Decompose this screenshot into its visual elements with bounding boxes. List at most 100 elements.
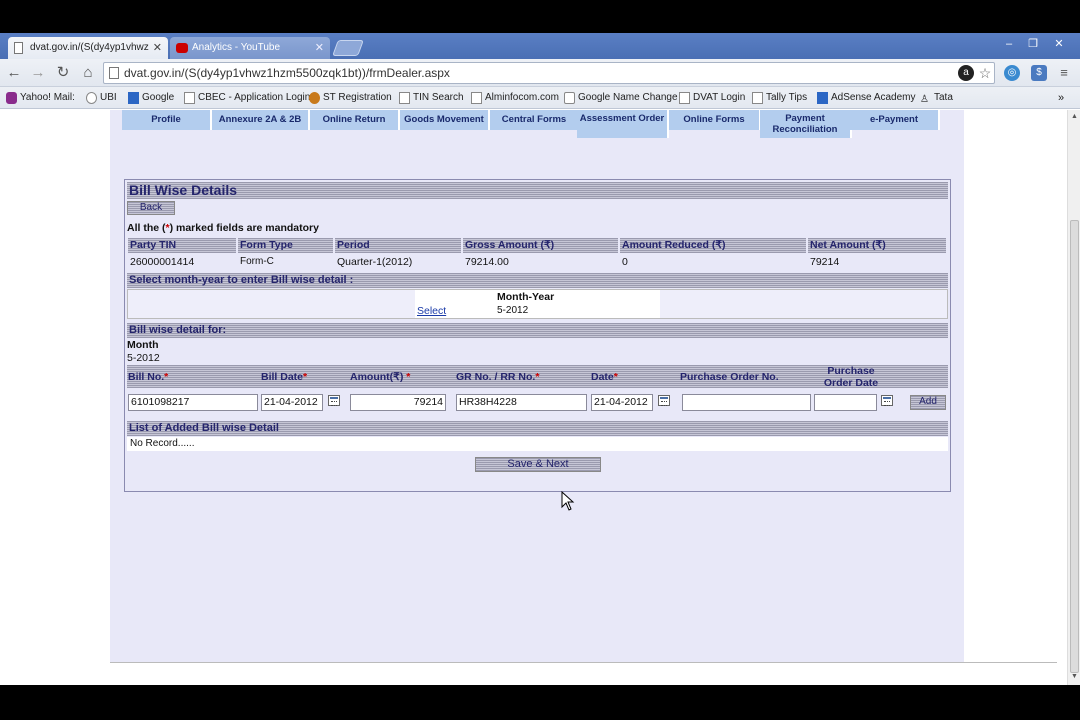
bookmark-label: Yahoo! Mail: xyxy=(20,92,75,103)
reload-icon[interactable]: ↻ xyxy=(53,64,73,82)
gross-amount-value: 79214.00 xyxy=(465,256,509,268)
menu-annexure[interactable]: Annexure 2A & 2B xyxy=(212,110,310,130)
bookmark-adsense-academy[interactable]: AdSense Academy xyxy=(815,90,916,106)
select-link[interactable]: Select xyxy=(417,305,446,317)
bookmark-label: CBEC - Application Login xyxy=(198,92,311,103)
bookmark-cbec[interactable]: CBEC - Application Login xyxy=(182,90,310,106)
bookmark-tin-search[interactable]: TIN Search xyxy=(397,90,464,106)
browser-toolbar: ← → ↻ ⌂ dvat.gov.in/(S(dy4yp1vhwz1hzm550… xyxy=(0,59,1080,87)
more-bookmarks-icon[interactable]: » xyxy=(1058,90,1064,106)
tab-dvat[interactable]: dvat.gov.in/(S(dy4yp1vhwz ✕ xyxy=(8,37,168,59)
menu-payment-reconciliation[interactable]: Payment Reconciliation xyxy=(760,110,852,138)
bookmark-label: Google xyxy=(142,92,175,103)
bookmark-label: Alminfocom.com xyxy=(485,92,559,103)
calendar-icon[interactable] xyxy=(328,395,340,406)
menu-assessment-order[interactable]: Assessment Order xyxy=(577,110,669,138)
form-title: Bill Wise Details xyxy=(127,182,948,199)
calendar-icon[interactable] xyxy=(881,395,893,406)
mandatory-note: All the (*) marked fields are mandatory xyxy=(127,222,319,234)
google-icon xyxy=(564,92,575,104)
menu-online-return[interactable]: Online Return xyxy=(310,110,400,130)
bookmark-yahoo-mail[interactable]: Yahoo! Mail: xyxy=(4,90,75,106)
gr-no-input[interactable]: HR38H4228 xyxy=(456,394,587,411)
close-icon[interactable]: ✕ xyxy=(315,37,324,59)
new-tab-button[interactable] xyxy=(332,40,364,56)
extension-icon[interactable]: $ xyxy=(1031,65,1047,81)
bookmark-label: ST Registration xyxy=(323,92,392,103)
col-party-tin: Party TIN xyxy=(128,238,236,253)
col-bill-date: Bill Date* xyxy=(261,371,308,383)
page-icon xyxy=(679,92,690,104)
close-icon[interactable]: ✕ xyxy=(153,37,162,59)
bookmark-label: TIN Search xyxy=(413,92,464,103)
back-button[interactable]: Back xyxy=(127,201,175,215)
minimize-icon[interactable]: – xyxy=(998,37,1020,51)
amount-reduced-value: 0 xyxy=(622,256,628,268)
amount-input[interactable]: 79214 xyxy=(350,394,446,411)
home-icon[interactable]: ⌂ xyxy=(78,64,98,82)
tab-youtube[interactable]: Analytics - YouTube ✕ xyxy=(170,37,330,59)
bookmark-tally-tips[interactable]: Tally Tips xyxy=(750,90,807,106)
form-type-value: Form-C xyxy=(240,256,274,267)
vertical-scrollbar[interactable]: ▲ ▼ xyxy=(1067,110,1080,685)
menu-profile[interactable]: Profile xyxy=(122,110,212,130)
menu-online-forms[interactable]: Online Forms xyxy=(669,110,761,130)
url-text: dvat.gov.in/(S(dy4yp1vhwz1hzm5500zqk1bt)… xyxy=(124,66,450,80)
scroll-thumb[interactable] xyxy=(1070,220,1079,673)
page-icon xyxy=(184,92,195,104)
bill-no-input[interactable]: 6101098217 xyxy=(128,394,258,411)
col-gr-no-label: GR No. / RR No. xyxy=(456,371,536,383)
menu-e-payment[interactable]: e-Payment xyxy=(850,110,940,130)
mandatory-note-prefix: All the ( xyxy=(127,222,166,234)
wrench-icon[interactable]: ≡ xyxy=(1056,65,1072,81)
col-po-date: Purchase Order Date xyxy=(823,365,879,389)
back-arrow-icon[interactable]: ← xyxy=(4,64,24,82)
bookmark-dvat-login[interactable]: DVAT Login xyxy=(677,90,745,106)
page-icon xyxy=(399,92,410,104)
extension-icon[interactable]: a xyxy=(958,65,974,81)
address-bar[interactable]: dvat.gov.in/(S(dy4yp1vhwz1hzm5500zqk1bt)… xyxy=(103,62,995,84)
bookmark-label: DVAT Login xyxy=(693,92,746,103)
po-date-input[interactable] xyxy=(814,394,877,411)
add-button[interactable]: Add xyxy=(910,395,946,410)
scroll-up-icon[interactable]: ▲ xyxy=(1070,112,1079,122)
po-no-input[interactable] xyxy=(682,394,811,411)
bookmark-ubi[interactable]: UBI xyxy=(84,90,117,106)
bookmarks-bar: Yahoo! Mail: UBI Google CBEC - Applicati… xyxy=(0,87,1080,109)
extension-icon[interactable]: ◎ xyxy=(1004,65,1020,81)
forward-arrow-icon[interactable]: → xyxy=(28,64,48,82)
close-window-icon[interactable]: ✕ xyxy=(1048,37,1070,51)
month-value: 5-2012 xyxy=(127,352,160,364)
col-amount: Amount(₹) * xyxy=(350,371,411,383)
date-input[interactable]: 21-04-2012 xyxy=(591,394,653,411)
bill-date-input[interactable]: 21-04-2012 xyxy=(261,394,323,411)
person-icon: ♙ xyxy=(920,94,929,105)
party-tin-value: 26000001414 xyxy=(130,256,195,268)
page-content: Profile Annexure 2A & 2B Online Return G… xyxy=(0,110,1067,685)
bookmark-google-name-change[interactable]: Google Name Change xyxy=(562,90,678,106)
col-form-type: Form Type xyxy=(238,238,333,253)
page-icon xyxy=(471,92,482,104)
select-month-year-header: Select month-year to enter Bill wise det… xyxy=(127,273,948,288)
star-icon[interactable]: ☆ xyxy=(977,65,993,81)
scroll-down-icon[interactable]: ▼ xyxy=(1070,672,1079,682)
bookmark-label: Tata xyxy=(934,92,953,103)
col-bill-date-label: Bill Date xyxy=(261,371,304,383)
menu-goods-movement[interactable]: Goods Movement xyxy=(400,110,490,130)
save-next-button[interactable]: Save & Next xyxy=(475,457,601,472)
mandatory-note-suffix: ) marked fields are mandatory xyxy=(169,222,319,234)
month-label: Month xyxy=(127,339,159,351)
yahoo-icon xyxy=(6,92,17,104)
bookmark-tata[interactable]: ♙ Tata xyxy=(918,90,953,106)
bookmark-alminfocom[interactable]: Alminfocom.com xyxy=(469,90,559,106)
bookmark-st-registration[interactable]: ST Registration xyxy=(307,90,392,106)
site-icon xyxy=(309,92,320,104)
bookmark-label: UBI xyxy=(100,92,117,103)
bill-wise-panel: Bill Wise Details Back All the (*) marke… xyxy=(124,179,951,492)
maximize-icon[interactable]: ❐ xyxy=(1022,37,1044,51)
no-record-text: No Record...... xyxy=(130,438,195,449)
calendar-icon[interactable] xyxy=(658,395,670,406)
bookmark-google[interactable]: Google xyxy=(126,90,174,106)
menu-central-forms[interactable]: Central Forms xyxy=(490,110,580,130)
net-amount-value: 79214 xyxy=(810,256,840,268)
